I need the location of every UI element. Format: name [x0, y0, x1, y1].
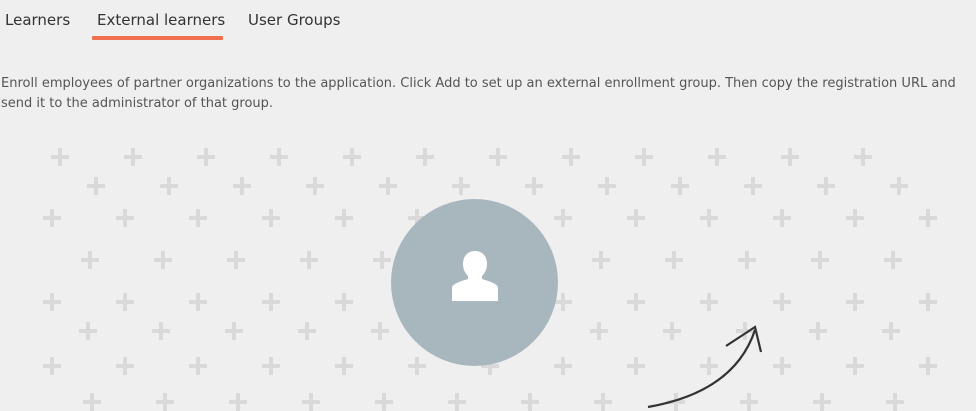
plus-icon: [817, 177, 835, 195]
plus-icon: [708, 148, 726, 166]
plus-icon: [525, 177, 543, 195]
plus-icon: [598, 177, 616, 195]
plus-icon: [700, 293, 718, 311]
plus-icon: [156, 393, 174, 411]
plus-icon: [375, 393, 393, 411]
plus-icon: [229, 393, 247, 411]
plus-icon: [627, 293, 645, 311]
plus-icon: [189, 293, 207, 311]
plus-icon: [335, 293, 353, 311]
plus-icon: [197, 148, 215, 166]
plus-icon: [379, 177, 397, 195]
plus-icon: [298, 322, 316, 340]
plus-icon: [335, 209, 353, 227]
plus-icon: [846, 357, 864, 375]
plus-icon: [189, 357, 207, 375]
plus-icon: [773, 293, 791, 311]
plus-icon: [227, 251, 245, 269]
plus-icon: [919, 357, 937, 375]
plus-icon: [846, 293, 864, 311]
plus-icon: [592, 251, 610, 269]
avatar-placeholder: [391, 199, 558, 366]
plus-icon: [300, 251, 318, 269]
plus-icon: [738, 251, 756, 269]
plus-icon: [562, 148, 580, 166]
plus-icon: [744, 177, 762, 195]
plus-icon: [554, 357, 572, 375]
plus-icon: [154, 251, 172, 269]
plus-icon: [521, 393, 539, 411]
tab-external-learners[interactable]: External learners: [97, 11, 225, 29]
plus-icon: [43, 209, 61, 227]
plus-icon: [262, 293, 280, 311]
plus-icon: [919, 209, 937, 227]
plus-icon: [373, 251, 391, 269]
plus-icon: [233, 177, 251, 195]
plus-icon: [554, 209, 572, 227]
plus-icon: [627, 209, 645, 227]
plus-icon: [489, 148, 507, 166]
plus-icon: [919, 293, 937, 311]
plus-icon: [152, 322, 170, 340]
plus-icon: [671, 177, 689, 195]
active-tab-indicator: [92, 36, 223, 40]
plus-icon: [51, 148, 69, 166]
plus-icon: [886, 393, 904, 411]
plus-icon: [343, 148, 361, 166]
plus-icon: [79, 322, 97, 340]
plus-icon: [116, 357, 134, 375]
plus-icon: [116, 209, 134, 227]
curved-arrow-icon: [647, 325, 763, 409]
tab-learners[interactable]: Learners: [5, 11, 70, 29]
tab-user-groups[interactable]: User Groups: [248, 11, 340, 29]
plus-icon: [371, 322, 389, 340]
plus-icon: [846, 209, 864, 227]
plus-icon: [890, 177, 908, 195]
plus-icon: [262, 209, 280, 227]
plus-icon: [590, 322, 608, 340]
tab-bar: Learners External learners User Groups: [0, 0, 976, 42]
plus-icon: [594, 393, 612, 411]
plus-icon: [225, 322, 243, 340]
plus-icon: [773, 357, 791, 375]
plus-icon: [270, 148, 288, 166]
plus-icon: [813, 393, 831, 411]
plus-icon: [124, 148, 142, 166]
plus-icon: [700, 209, 718, 227]
plus-icon: [448, 393, 466, 411]
plus-icon: [854, 148, 872, 166]
plus-icon: [302, 393, 320, 411]
plus-icon: [408, 357, 426, 375]
plus-icon: [43, 357, 61, 375]
plus-icon: [811, 251, 829, 269]
plus-icon: [116, 293, 134, 311]
plus-icon: [189, 209, 207, 227]
plus-icon: [335, 357, 353, 375]
plus-icon: [83, 393, 101, 411]
plus-icon: [160, 177, 178, 195]
plus-icon: [882, 322, 900, 340]
plus-icon: [773, 209, 791, 227]
plus-icon: [452, 177, 470, 195]
person-silhouette-icon: [452, 251, 498, 301]
description-text: Enroll employees of partner organization…: [1, 76, 956, 111]
plus-icon: [635, 148, 653, 166]
plus-icon: [306, 177, 324, 195]
plus-icon: [665, 251, 683, 269]
plus-icon: [809, 322, 827, 340]
plus-icon: [416, 148, 434, 166]
plus-icon: [43, 293, 61, 311]
plus-icon: [81, 251, 99, 269]
plus-icon: [87, 177, 105, 195]
plus-icon: [262, 357, 280, 375]
plus-icon: [781, 148, 799, 166]
plus-icon: [884, 251, 902, 269]
